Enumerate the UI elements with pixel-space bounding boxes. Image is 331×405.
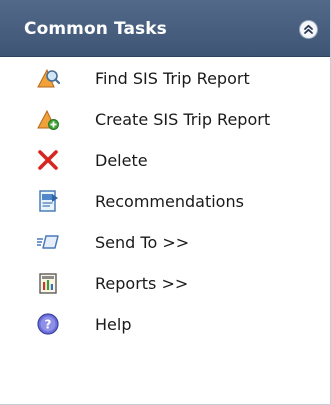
panel-title: Common Tasks bbox=[24, 19, 167, 39]
task-find-sis-trip-report[interactable]: Find SIS Trip Report bbox=[0, 58, 330, 99]
task-label: Reports >> bbox=[95, 274, 189, 293]
send-to-icon bbox=[36, 230, 60, 254]
double-chevron-up-icon bbox=[304, 24, 313, 34]
task-send-to[interactable]: Send To >> bbox=[0, 222, 330, 263]
task-create-sis-trip-report[interactable]: Create SIS Trip Report bbox=[0, 99, 330, 140]
panel-header: Common Tasks bbox=[0, 0, 330, 57]
help-icon: ? bbox=[36, 312, 60, 336]
task-label: Recommendations bbox=[95, 192, 244, 211]
svg-text:?: ? bbox=[45, 318, 52, 332]
task-recommendations[interactable]: Recommendations bbox=[0, 181, 330, 222]
create-report-icon bbox=[36, 107, 60, 131]
task-label: Send To >> bbox=[95, 233, 190, 252]
collapse-button[interactable] bbox=[300, 21, 317, 38]
task-label: Delete bbox=[95, 151, 148, 170]
delete-x-icon bbox=[36, 148, 60, 172]
recommendations-icon bbox=[36, 189, 60, 213]
task-help[interactable]: ? Help bbox=[0, 304, 330, 345]
task-label: Find SIS Trip Report bbox=[95, 69, 250, 88]
task-delete[interactable]: Delete bbox=[0, 140, 330, 181]
task-label: Help bbox=[95, 315, 132, 334]
task-reports[interactable]: Reports >> bbox=[0, 263, 330, 304]
reports-icon bbox=[36, 271, 60, 295]
common-tasks-panel: Common Tasks Find SIS Trip Report Create… bbox=[0, 0, 331, 405]
task-list: Find SIS Trip Report Create SIS Trip Rep… bbox=[0, 58, 330, 345]
task-label: Create SIS Trip Report bbox=[95, 110, 271, 129]
find-report-icon bbox=[36, 66, 60, 90]
